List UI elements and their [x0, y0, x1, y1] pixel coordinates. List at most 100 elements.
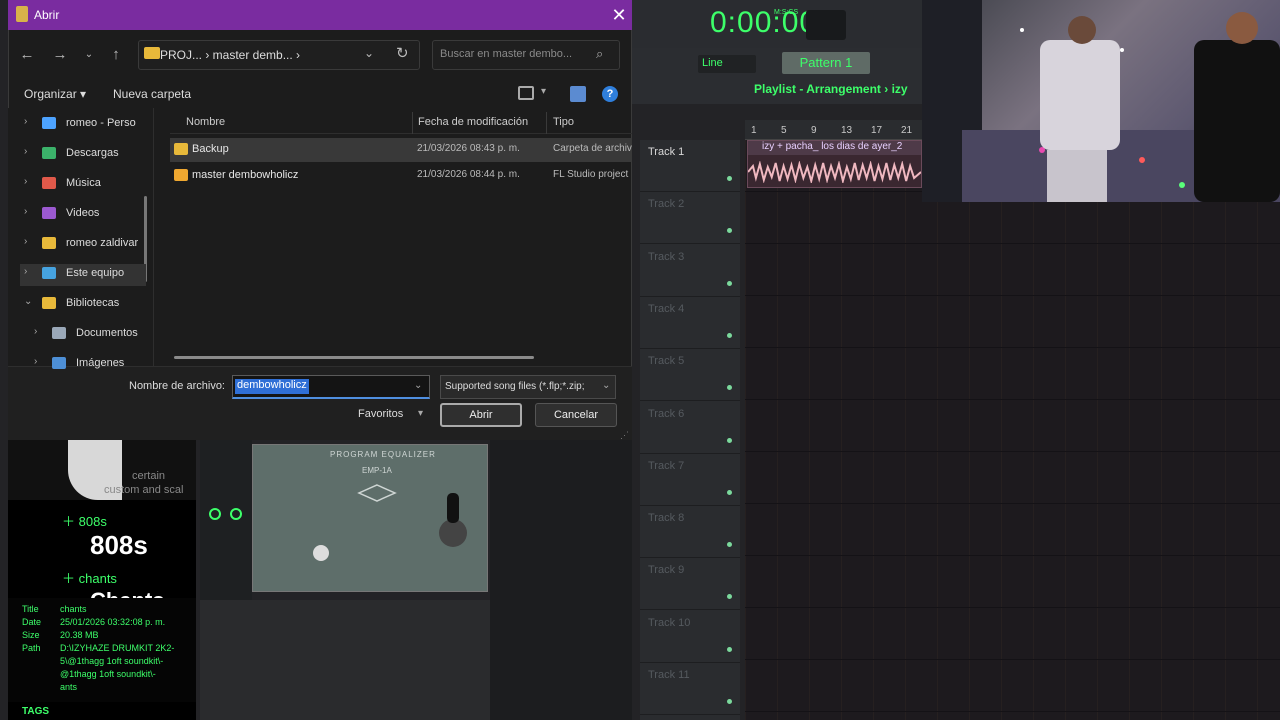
- nav-item[interactable]: › Videos: [20, 204, 146, 226]
- mixer-knob[interactable]: [209, 508, 221, 520]
- mixer-strip: [200, 440, 252, 600]
- nav-item[interactable]: › romeo - Perso: [20, 114, 146, 136]
- nav-item[interactable]: › Documentos: [30, 324, 156, 346]
- nav-item-label: Videos: [66, 207, 100, 219]
- browser-item-808s[interactable]: ＋ 808s: [62, 511, 107, 530]
- file-type: Carpeta de archivos: [553, 143, 632, 154]
- track-mute-led[interactable]: [727, 489, 732, 495]
- view-chevron-icon[interactable]: ▾: [541, 86, 546, 97]
- column-type[interactable]: Tipo: [553, 116, 574, 128]
- expand-chevron-icon[interactable]: ›: [24, 266, 27, 277]
- track-label: Track 8: [648, 512, 685, 525]
- playlist-ruler[interactable]: 1 5 9 13 17 21: [745, 120, 922, 140]
- search-icon: ⌕: [596, 46, 604, 61]
- horizontal-scrollbar[interactable]: [174, 356, 534, 359]
- track-header[interactable]: Track 11: [640, 663, 740, 715]
- new-folder-button[interactable]: Nueva carpeta: [113, 87, 191, 101]
- expand-chevron-icon[interactable]: ›: [24, 116, 27, 127]
- favorites-chevron-icon[interactable]: ▾: [418, 408, 423, 419]
- song-time-display[interactable]: 0:00:00: [710, 6, 817, 40]
- folder-icon: [42, 297, 56, 309]
- waveform: [748, 161, 921, 183]
- track-mute-led[interactable]: [727, 437, 732, 443]
- track-mute-led[interactable]: [727, 280, 732, 286]
- column-date[interactable]: Fecha de modificación: [418, 116, 528, 128]
- file-row[interactable]: master dembowholicz 21/03/2026 08:44 p. m…: [170, 164, 632, 188]
- tags-label[interactable]: TAGS: [22, 706, 49, 717]
- filename-history-chevron-icon[interactable]: ⌄: [414, 380, 422, 391]
- track-header[interactable]: Track 10: [640, 611, 740, 663]
- filename-value: dembowholicz: [235, 379, 309, 394]
- nav-item[interactable]: › romeo zaldivar: [20, 234, 146, 256]
- track-mute-led[interactable]: [727, 385, 732, 391]
- address-history-chevron-icon[interactable]: ⌄: [364, 46, 374, 60]
- video-icon: [42, 207, 56, 219]
- column-divider[interactable]: [546, 112, 547, 134]
- browser-item-chants[interactable]: ＋ chants: [62, 568, 117, 587]
- expand-chevron-icon[interactable]: ›: [24, 146, 27, 157]
- filetype-chevron-icon[interactable]: ⌄: [602, 380, 610, 391]
- track-mute-led[interactable]: [727, 542, 732, 548]
- track-mute-led[interactable]: [727, 228, 732, 234]
- snap-select[interactable]: Line: [698, 55, 756, 73]
- forward-arrow-icon[interactable]: →: [49, 44, 71, 66]
- folder-icon: [42, 237, 56, 249]
- back-arrow-icon[interactable]: ←: [16, 44, 38, 66]
- preview-pane-icon[interactable]: [570, 86, 586, 102]
- track-mute-led[interactable]: [727, 594, 732, 600]
- expand-chevron-icon[interactable]: ⌄: [24, 296, 32, 307]
- track-header[interactable]: Track 1: [640, 140, 740, 192]
- track-header[interactable]: Track 7: [640, 454, 740, 506]
- view-mode-icon[interactable]: [518, 86, 534, 100]
- nav-item[interactable]: › Este equipo: [20, 264, 146, 286]
- mixer-knob[interactable]: [230, 508, 242, 520]
- nav-item[interactable]: › Descargas: [20, 144, 146, 166]
- close-button[interactable]: ✕: [606, 2, 632, 28]
- cancel-button[interactable]: Cancelar: [535, 403, 617, 427]
- audio-clip[interactable]: izy + pacha_ los dias de ayer_2: [747, 140, 922, 188]
- track-header[interactable]: Track 9: [640, 558, 740, 611]
- track-label: Track 10: [648, 616, 691, 629]
- info-key: Title: [22, 604, 39, 614]
- column-divider[interactable]: [412, 112, 413, 134]
- expand-chevron-icon[interactable]: ›: [34, 326, 37, 337]
- track-header[interactable]: Track 6: [640, 402, 740, 454]
- art-text: certain: [132, 470, 166, 482]
- track-mute-led[interactable]: [727, 332, 732, 338]
- column-name[interactable]: Nombre: [186, 116, 225, 128]
- dialog-titlebar[interactable]: [8, 0, 632, 30]
- track-header[interactable]: Track 3: [640, 245, 740, 297]
- track-label: Track 1: [648, 146, 685, 158]
- open-button[interactable]: Abrir: [440, 403, 522, 427]
- recent-chevron-icon[interactable]: ⌄: [78, 44, 100, 66]
- expand-chevron-icon[interactable]: ›: [24, 176, 27, 187]
- file-date: 21/03/2026 08:43 p. m.: [417, 143, 520, 154]
- track-mute-led[interactable]: [727, 176, 732, 181]
- nav-item[interactable]: › Imágenes: [30, 354, 156, 376]
- help-icon[interactable]: ?: [602, 86, 618, 102]
- expand-chevron-icon[interactable]: ›: [24, 206, 27, 217]
- folder-icon: [174, 143, 188, 155]
- dialog-title: Abrir: [34, 8, 60, 22]
- nav-item[interactable]: ⌄ Bibliotecas: [20, 294, 146, 316]
- track-header[interactable]: Track 2: [640, 192, 740, 245]
- favorites-button[interactable]: Favoritos: [358, 408, 403, 420]
- track-header[interactable]: Track 8: [640, 506, 740, 559]
- refresh-icon[interactable]: ↻: [396, 44, 409, 62]
- plugin-lower-area: [200, 600, 490, 720]
- track-header[interactable]: Track 4: [640, 297, 740, 349]
- nav-item[interactable]: › Música: [20, 174, 146, 196]
- ruler-bar-number: 13: [841, 125, 853, 136]
- organize-button[interactable]: Organizar ▾: [24, 87, 86, 101]
- track-header[interactable]: Track 5: [640, 349, 740, 402]
- resize-grip-icon[interactable]: ⋰: [620, 430, 629, 441]
- track-mute-led[interactable]: [727, 646, 732, 652]
- expand-chevron-icon[interactable]: ›: [34, 356, 37, 367]
- pattern-selector[interactable]: Pattern 1: [782, 52, 870, 74]
- up-arrow-icon[interactable]: ↑: [105, 44, 127, 66]
- fl-project-icon: [174, 169, 188, 181]
- file-row[interactable]: Backup 21/03/2026 08:43 p. m. Carpeta de a…: [170, 138, 632, 162]
- expand-chevron-icon[interactable]: ›: [24, 236, 27, 247]
- filetype-select[interactable]: Supported song files (*.flp;*.zip;: [440, 375, 616, 399]
- track-mute-led[interactable]: [727, 699, 732, 704]
